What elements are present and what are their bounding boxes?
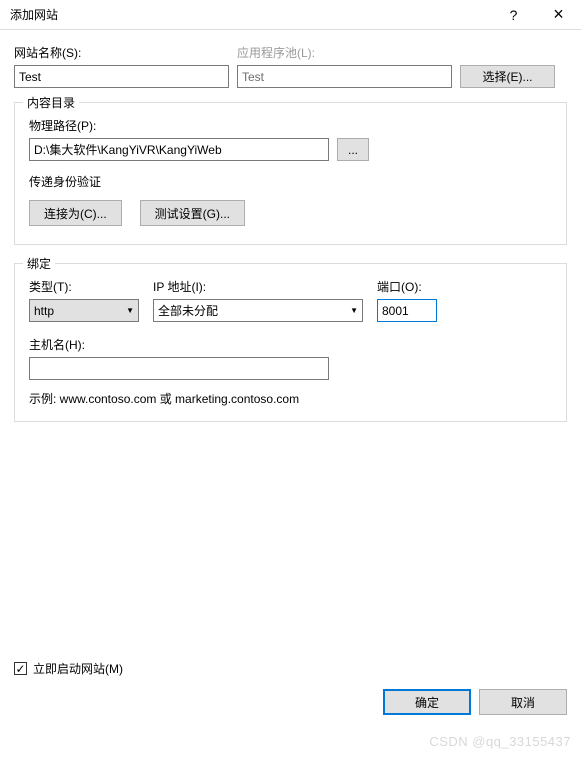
site-name-label: 网站名称(S):: [14, 44, 229, 61]
content-directory-group: 内容目录 物理路径(P): ... 传递身份验证 连接为(C)... 测试设置(…: [14, 102, 567, 245]
dialog-title: 添加网站: [10, 6, 491, 23]
help-button[interactable]: ?: [491, 0, 536, 29]
hostname-example: 示例: www.contoso.com 或 marketing.contoso.…: [29, 390, 552, 407]
pass-auth-label: 传递身份验证: [29, 173, 552, 190]
ip-address-select[interactable]: 全部未分配 ▼: [153, 299, 363, 322]
app-pool-input: [237, 65, 452, 88]
type-select[interactable]: http ▼: [29, 299, 139, 322]
chevron-down-icon: ▼: [126, 306, 134, 315]
watermark-text: CSDN @qq_33155437: [429, 734, 571, 749]
ok-button[interactable]: 确定: [383, 689, 471, 715]
dialog-footer: 确定 取消: [383, 689, 567, 715]
titlebar-buttons: ? ×: [491, 0, 581, 29]
select-pool-button[interactable]: 选择(E)...: [460, 65, 555, 88]
connect-as-button[interactable]: 连接为(C)...: [29, 200, 122, 226]
start-site-checkbox-row[interactable]: ✓ 立即启动网站(M): [14, 660, 123, 677]
binding-legend: 绑定: [23, 255, 55, 272]
physical-path-label: 物理路径(P):: [29, 117, 552, 134]
hostname-input[interactable]: [29, 357, 329, 380]
browse-path-button[interactable]: ...: [337, 138, 369, 161]
start-site-label: 立即启动网站(M): [33, 660, 123, 677]
close-button[interactable]: ×: [536, 0, 581, 29]
hostname-label: 主机名(H):: [29, 336, 329, 353]
chevron-down-icon: ▼: [350, 306, 358, 315]
app-pool-label: 应用程序池(L):: [237, 44, 452, 61]
cancel-button[interactable]: 取消: [479, 689, 567, 715]
checkmark-icon: ✓: [15, 663, 25, 675]
titlebar: 添加网站 ? ×: [0, 0, 581, 30]
dialog-content: 网站名称(S): 应用程序池(L): 选择(E)... 内容目录 物理路径(P)…: [0, 30, 581, 450]
test-settings-button[interactable]: 测试设置(G)...: [140, 200, 245, 226]
start-site-checkbox[interactable]: ✓: [14, 662, 27, 675]
ip-address-label: IP 地址(I):: [153, 278, 363, 295]
port-input[interactable]: [377, 299, 437, 322]
binding-group: 绑定 类型(T): http ▼ IP 地址(I): 全部未分配 ▼ 端口(O)…: [14, 263, 567, 422]
port-label: 端口(O):: [377, 278, 437, 295]
content-directory-legend: 内容目录: [23, 94, 79, 111]
site-name-input[interactable]: [14, 65, 229, 88]
type-label: 类型(T):: [29, 278, 139, 295]
physical-path-input[interactable]: [29, 138, 329, 161]
